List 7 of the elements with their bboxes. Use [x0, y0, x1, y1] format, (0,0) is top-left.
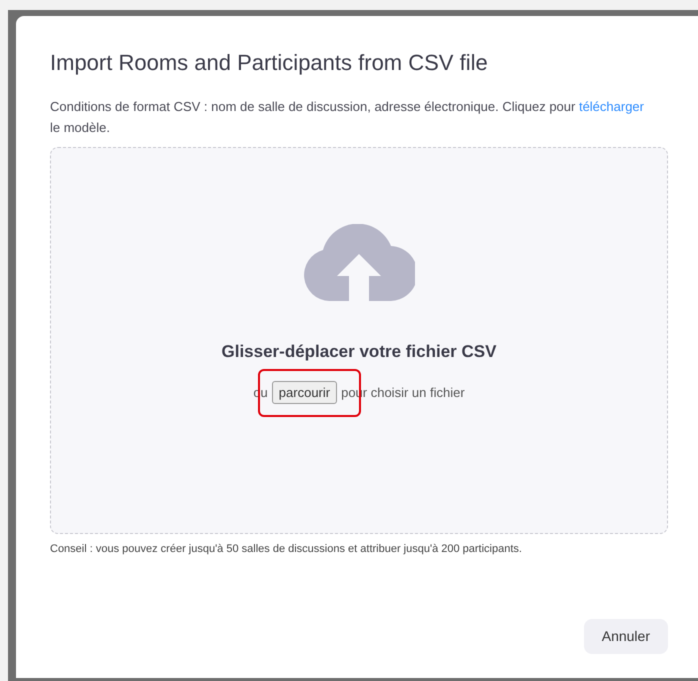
- upload-cloud-icon: [303, 224, 415, 302]
- cancel-button[interactable]: Annuler: [584, 619, 668, 654]
- tip-text: Conseil : vous pouvez créer jusqu'à 50 salles de discussions et attribuer jusqu'à 200 participants.: [50, 542, 523, 558]
- drop-heading: Glisser-déplacer votre fichier CSV: [222, 341, 496, 364]
- dialog-title: Import Rooms and Participants from CSV file: [50, 50, 489, 76]
- browse-button[interactable]: parcourir: [272, 380, 338, 404]
- format-description: Conditions de format CSV : nom de salle de discussion, adresse électronique. Cliquez pour télécharger le modèle.: [50, 98, 645, 138]
